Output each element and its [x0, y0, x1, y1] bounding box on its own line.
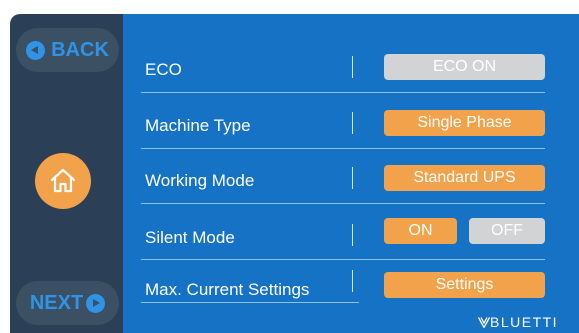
silent-mode-label: Silent Mode: [145, 228, 235, 247]
bluetti-logo: BLUETTI: [477, 314, 559, 330]
row-separator: [141, 92, 545, 93]
row-divider: [352, 112, 353, 134]
row-separator: [141, 302, 359, 303]
home-icon: [50, 168, 76, 193]
working-mode-label: Working Mode: [145, 171, 255, 190]
working-mode-button[interactable]: Standard UPS: [384, 165, 545, 191]
row-separator: [141, 203, 545, 204]
row-divider: [352, 56, 353, 78]
eco-label: ECO: [145, 60, 182, 79]
bluetti-logo-mark-icon: [477, 317, 491, 329]
next-button[interactable]: NEXT: [16, 281, 119, 325]
back-arrow-icon: [26, 40, 46, 60]
next-arrow-icon: [86, 293, 106, 313]
machine-type-button[interactable]: Single Phase: [384, 110, 545, 136]
silent-mode-off-button[interactable]: OFF: [469, 218, 545, 244]
home-button[interactable]: [35, 153, 91, 209]
eco-on-button[interactable]: ECO ON: [384, 54, 545, 80]
max-current-settings-label: Max. Current Settings: [145, 280, 310, 299]
row-divider: [352, 224, 353, 246]
max-current-settings-button[interactable]: Settings: [384, 272, 545, 298]
next-button-label: NEXT: [29, 291, 84, 314]
silent-mode-on-button[interactable]: ON: [384, 218, 457, 244]
bluetti-logo-text: BLUETTI: [490, 314, 559, 330]
back-button-label: BACK: [51, 38, 109, 61]
row-separator: [141, 259, 545, 260]
row-divider: [352, 167, 353, 189]
settings-screen: BACK NEXT ECO ECO ON Machine Type Single…: [0, 0, 579, 333]
back-button[interactable]: BACK: [16, 28, 119, 72]
machine-type-label: Machine Type: [145, 116, 251, 135]
row-separator: [141, 148, 545, 149]
row-divider: [352, 270, 353, 292]
